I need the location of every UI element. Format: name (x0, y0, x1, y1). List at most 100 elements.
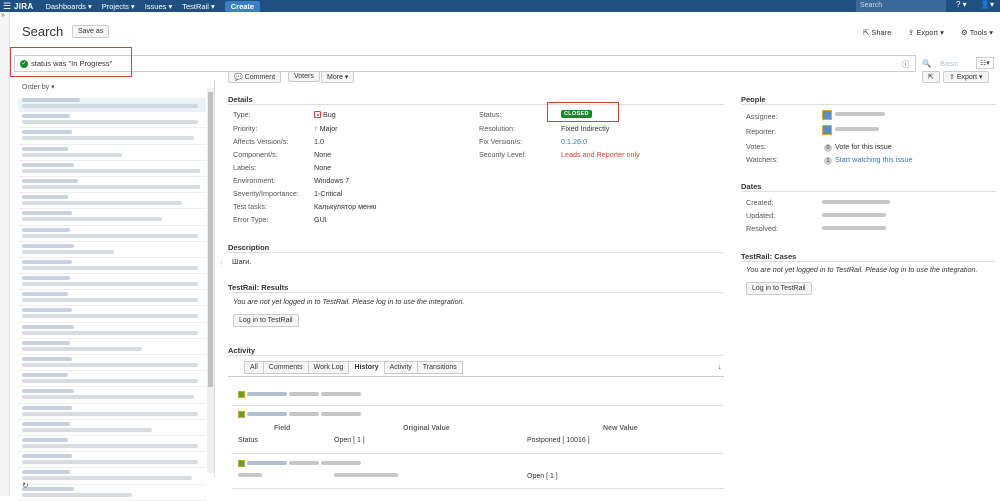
search-icon[interactable]: 🔍 (922, 59, 931, 68)
vote-link[interactable]: Vote for this issue (835, 142, 892, 151)
order-by-dropdown[interactable]: Order by ▾ (22, 83, 55, 91)
list-item[interactable] (18, 437, 206, 453)
jql-search-field[interactable] (14, 55, 916, 72)
tab-activity[interactable]: Activity (384, 361, 418, 374)
comment-icon: 💬 (234, 74, 245, 81)
list-item[interactable] (18, 276, 206, 291)
list-item[interactable] (18, 357, 206, 372)
tab-comments[interactable]: Comments (263, 361, 309, 374)
export-icon: ⇪ (949, 74, 957, 81)
panel-splitter-handle[interactable]: ⋮ (218, 260, 225, 268)
sidebar-collapse-strip[interactable]: » (0, 12, 10, 496)
type-value: Bug (314, 110, 336, 119)
jira-logo[interactable]: JIRA (14, 2, 33, 11)
list-item[interactable] (18, 178, 206, 194)
issue-list (18, 96, 206, 501)
user-menu-chevron: ▾ (989, 0, 994, 9)
history-entry-change-2 (238, 460, 361, 468)
history-entry-created (238, 391, 361, 399)
list-item[interactable] (18, 98, 206, 113)
list-item[interactable] (18, 243, 206, 258)
export-button[interactable]: ⇪ Export ▾ (908, 28, 944, 37)
sort-order-icon[interactable]: ↓ (718, 364, 722, 371)
tab-work-log[interactable]: Work Log (308, 361, 350, 374)
votes-count: 0 (824, 144, 832, 152)
testrail-cases-divider (741, 261, 996, 262)
highlight-box-query (10, 47, 132, 77)
list-item[interactable] (18, 211, 206, 226)
component-label: Component/s: (233, 150, 278, 159)
dates-divider (741, 191, 996, 192)
comment-button[interactable]: 💬 Comment (228, 71, 282, 83)
list-item[interactable] (18, 292, 206, 307)
list-item[interactable] (18, 389, 206, 404)
list-item[interactable] (18, 324, 206, 339)
voters-button[interactable]: Voters (288, 71, 320, 82)
nav-projects[interactable]: Projects ▾ (102, 2, 135, 11)
layout-switcher-button[interactable]: ☷▾ (976, 57, 994, 69)
list-item[interactable] (18, 308, 206, 323)
user-avatar[interactable]: 👤▾ (980, 0, 994, 9)
list-item[interactable] (18, 259, 206, 275)
watchers-value: 1 Start watching this issue (824, 155, 913, 165)
issue-export-button[interactable]: ⇪ Export ▾ (943, 71, 989, 83)
testrail-login-button[interactable]: Log in to TestRail (233, 314, 299, 327)
list-item[interactable] (18, 130, 206, 145)
change-new-value: Postponed [ 10016 ] (527, 437, 590, 444)
activity-divider (228, 355, 724, 356)
tab-history[interactable]: History (349, 361, 385, 374)
reporter-value[interactable] (822, 125, 879, 135)
permalink-button[interactable]: ⇱ (922, 71, 940, 83)
list-item[interactable] (18, 421, 206, 436)
type-label: Type: (233, 110, 251, 119)
list-item[interactable] (18, 486, 206, 501)
tools-button[interactable]: ⚙ Tools ▾ (961, 28, 993, 37)
labels-label: Labels: (233, 163, 257, 172)
history-divider (232, 405, 724, 406)
list-item[interactable] (18, 340, 206, 355)
issue-list-scrollbar[interactable] (207, 88, 214, 473)
list-item[interactable] (18, 146, 206, 161)
details-heading: Details (228, 95, 253, 104)
create-button[interactable]: Create (224, 0, 261, 12)
top-navigation-bar: ☰ JIRA Dashboards ▾ Projects ▾ Issues ▾ … (0, 0, 1000, 12)
change-header-new: New Value (603, 425, 638, 432)
menu-icon[interactable]: ☰ (0, 1, 14, 12)
created-label: Created: (746, 198, 774, 207)
environment-value: Windows 7 (314, 176, 350, 185)
quick-search-input[interactable]: Search (856, 0, 946, 12)
tab-all[interactable]: All (244, 361, 264, 374)
syntax-help-icon[interactable]: ⓘ (902, 59, 910, 70)
testrail-cases-login-button[interactable]: Log in to TestRail (746, 282, 812, 295)
expand-icon[interactable]: » (1, 12, 5, 19)
list-item[interactable] (18, 195, 206, 210)
nav-testrail[interactable]: TestRail ▾ (182, 2, 215, 11)
help-icon[interactable]: ? ▾ (956, 0, 967, 9)
tab-transitions[interactable]: Transitions (417, 361, 463, 374)
basic-mode-link[interactable]: Basic (940, 59, 958, 68)
priority-value: ↑ Major (314, 124, 338, 133)
watch-link[interactable]: Start watching this issue (835, 155, 913, 164)
more-actions-button[interactable]: More ▾ (321, 71, 355, 83)
nav-issues[interactable]: Issues ▾ (145, 2, 173, 11)
assignee-value[interactable] (822, 110, 885, 120)
fix-version-link[interactable]: 0.1.26.0 (561, 137, 587, 146)
priority-label: Priority: (233, 124, 258, 133)
list-item[interactable] (18, 454, 206, 469)
list-item[interactable] (18, 114, 206, 129)
list-item[interactable] (18, 373, 206, 388)
list-item[interactable] (18, 162, 206, 177)
history-entry-change-1 (238, 411, 361, 419)
save-as-button[interactable]: Save as (72, 25, 110, 38)
resolved-value (822, 224, 886, 233)
list-item[interactable] (18, 227, 206, 242)
list-item[interactable] (18, 405, 206, 420)
security-level-value: Leads and Reporter only (561, 150, 640, 159)
nav-dashboards[interactable]: Dashboards ▾ (45, 2, 91, 11)
share-button[interactable]: ⇱ Share (863, 28, 891, 37)
list-item[interactable] (18, 470, 206, 485)
testrail-results-message: You are not yet logged in to TestRail. P… (233, 297, 465, 306)
refresh-icon[interactable]: ↻ (22, 481, 29, 490)
scrollbar-thumb[interactable] (208, 92, 213, 387)
votes-value: 0 Vote for this issue (824, 142, 892, 152)
